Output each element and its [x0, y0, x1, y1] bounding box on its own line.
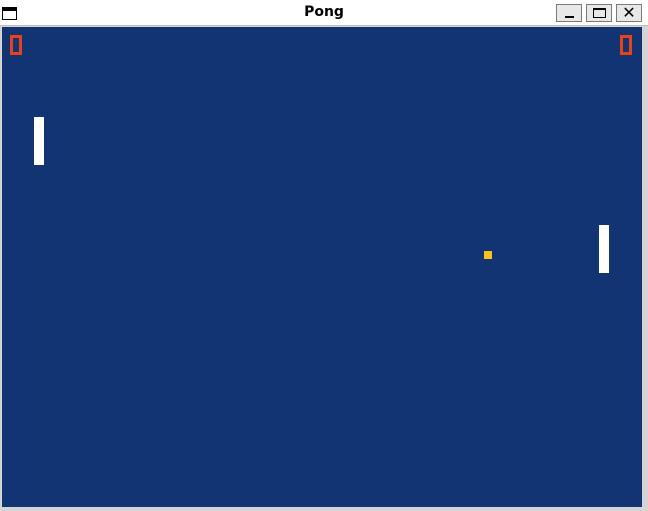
minimize-button[interactable] — [556, 4, 582, 22]
game-window: Pong ✕ 0 0 — [0, 0, 648, 511]
close-icon: ✕ — [622, 3, 636, 22]
title-bar[interactable]: Pong ✕ — [0, 0, 648, 26]
maximize-button[interactable] — [586, 4, 612, 22]
game-court[interactable]: 0 0 — [2, 27, 642, 507]
window-title: Pong — [304, 4, 344, 20]
right-paddle — [599, 225, 609, 273]
right-score: 0 — [620, 35, 632, 55]
left-score: 0 — [10, 35, 22, 55]
close-button[interactable]: ✕ — [616, 3, 642, 22]
left-paddle — [34, 117, 44, 165]
maximize-icon — [593, 8, 606, 18]
minimize-icon — [565, 16, 574, 18]
ball — [484, 251, 492, 259]
